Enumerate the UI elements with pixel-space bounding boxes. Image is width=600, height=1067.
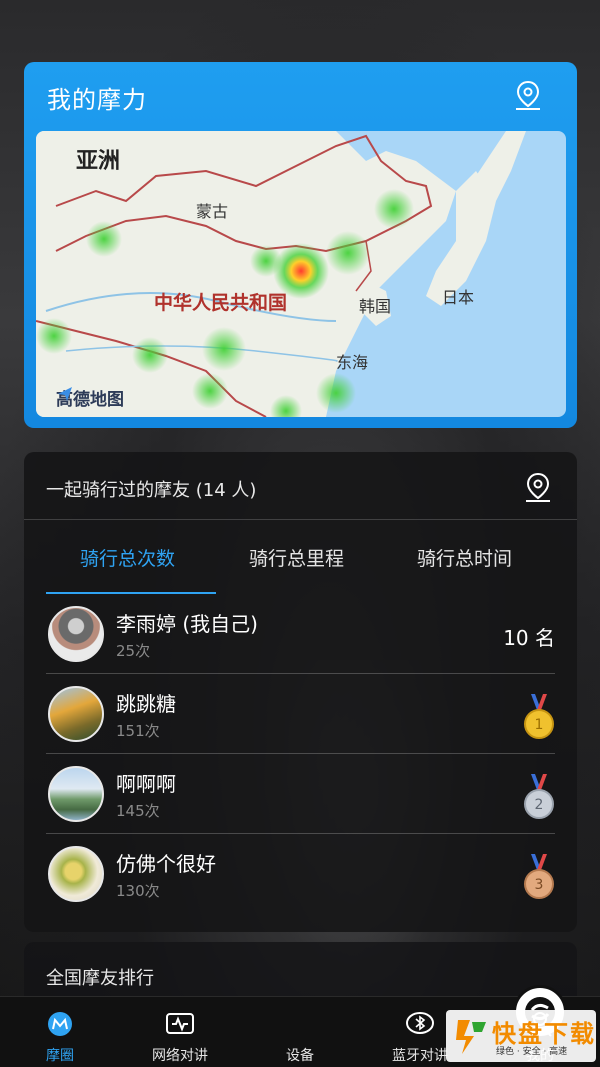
tab-total-time[interactable]: 骑行总时间 [417, 544, 512, 571]
avatar [48, 606, 104, 662]
network-intercom-icon [166, 1013, 194, 1034]
location-pin-icon[interactable] [513, 80, 543, 112]
avatar [48, 846, 104, 902]
medal-rank: 2 [535, 797, 544, 813]
ranking-tabs: 骑行总次数 骑行总里程 骑行总时间 [24, 520, 577, 594]
heat-spot [36, 318, 72, 354]
rider-name: 跳跳糖 [116, 692, 176, 716]
nav-label: 摩圈 [46, 1048, 74, 1064]
heat-spot [326, 231, 370, 275]
nav-network-intercom[interactable]: 网络对讲 [120, 997, 240, 1067]
heat-spot [316, 373, 356, 413]
medal-rank: 3 [535, 877, 544, 893]
tab-total-rides[interactable]: 骑行总次数 [80, 544, 175, 571]
map-label-asia: 亚洲 [76, 149, 121, 174]
heat-spot [192, 373, 228, 409]
nav-label: 设备 [286, 1048, 314, 1064]
heat-spot [202, 327, 246, 371]
nav-label: 网络对讲 [152, 1048, 208, 1064]
ride-heat-map[interactable]: 亚洲 蒙古 中华人民共和国 韩国 日本 东海 高德地图 [36, 131, 566, 417]
bluetooth-intercom-icon [406, 1012, 434, 1034]
watermark-slogan: 绿色 · 安全 · 高速 [496, 1047, 568, 1057]
ride-count: 130次 [116, 882, 160, 900]
heat-spot [250, 245, 282, 277]
ride-count: 151次 [116, 722, 160, 740]
map-label-china: 中华人民共和国 [154, 292, 288, 314]
heat-spot [86, 221, 122, 257]
friends-header: 一起骑行过的摩友 (14 人) [24, 452, 577, 520]
moquan-icon [48, 1012, 72, 1036]
map-label-east-sea: 东海 [336, 353, 369, 372]
map-provider-logo: 高德地图 [56, 385, 124, 410]
national-ranking-title: 全国摩友排行 [46, 968, 154, 989]
rank-position: 10 名 [503, 626, 555, 650]
heat-spot [132, 337, 168, 373]
ranking-row[interactable]: 跳跳糖 151次 1 [46, 674, 555, 754]
rider-name: 李雨婷 (我自己) [116, 612, 258, 636]
card-title: 我的摩力 [47, 86, 147, 114]
nav-moquan[interactable]: 摩圈 [0, 997, 120, 1067]
heat-spot [374, 189, 414, 229]
watermark-logo: 快盘下载 绿色 · 安全 · 高速 [446, 1010, 596, 1062]
ranking-row[interactable]: 李雨婷 (我自己) 25次 10 名 [46, 594, 555, 674]
national-ranking-card[interactable]: 全国摩友排行 [24, 942, 577, 1002]
ride-count: 25次 [116, 642, 151, 660]
tab-total-distance[interactable]: 骑行总里程 [249, 544, 344, 571]
ride-count: 145次 [116, 802, 160, 820]
amap-logo-icon [58, 387, 72, 401]
kuaipan-logo-icon [456, 1020, 486, 1054]
ranking-row[interactable]: 啊啊啊 145次 2 [46, 754, 555, 834]
friends-title: 一起骑行过的摩友 (14 人) [46, 480, 257, 501]
avatar [48, 686, 104, 742]
riding-friends-card: 一起骑行过的摩友 (14 人) 骑行总次数 骑行总里程 骑行总时间 李雨婷 (我… [24, 452, 577, 932]
bronze-medal-icon: 3 [524, 854, 554, 899]
map-label-japan: 日本 [442, 288, 475, 307]
map-label-korea: 韩国 [359, 297, 392, 316]
map-label-mongolia: 蒙古 [196, 202, 229, 221]
location-pin-icon[interactable] [523, 472, 553, 504]
nav-device[interactable]: 设备 [240, 985, 567, 1067]
avatar [48, 766, 104, 822]
medal-rank: 1 [535, 717, 544, 733]
gold-medal-icon: 1 [524, 694, 554, 739]
my-moli-card[interactable]: 我的摩力 亚洲 蒙古 中华人民共和国 韩国 日本 东海 高德地图 [24, 62, 577, 428]
silver-medal-icon: 2 [524, 774, 554, 819]
rider-name: 仿佛个很好 [116, 852, 216, 876]
ranking-row[interactable]: 仿佛个很好 130次 3 [46, 834, 555, 914]
rider-name: 啊啊啊 [116, 772, 176, 796]
